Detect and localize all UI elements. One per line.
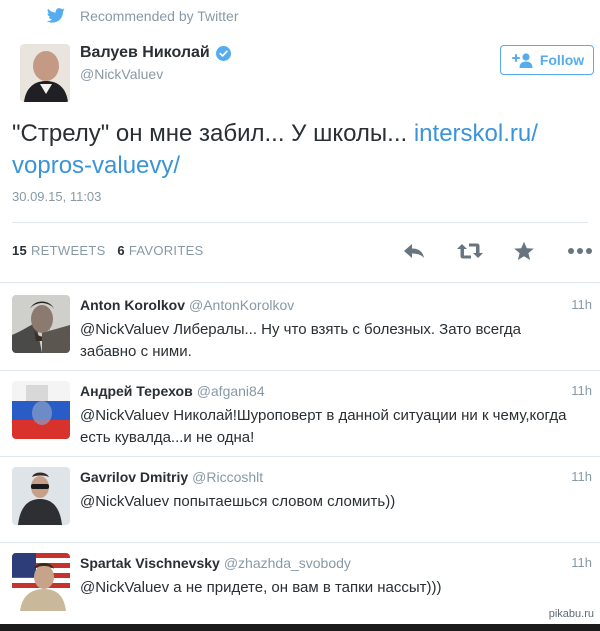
reply-time[interactable]: 11h — [571, 555, 592, 570]
twitter-bird-icon — [46, 8, 65, 23]
avatar[interactable] — [12, 381, 70, 439]
reply-item: Spartak Vischnevsky @zhazhda_svobody 11h … — [0, 543, 600, 629]
reply-text: @NickValuev Николай!Шуроповерт в данной … — [80, 407, 567, 446]
author-handle[interactable]: @NickValuev — [80, 66, 163, 82]
tweet-stats: 15 RETWEETS 6 FAVORITES — [12, 243, 204, 258]
add-person-icon — [511, 53, 533, 68]
bottom-bar — [0, 624, 600, 631]
reply-time[interactable]: 11h — [571, 469, 592, 484]
tweet-text: "Стрелу" он мне забил... У школы... inte… — [12, 118, 588, 182]
favorites-stat[interactable]: 6 FAVORITES — [117, 243, 203, 258]
reply-item: Gavrilov Dmitriy @Riccoshlt 11h @NickValu… — [0, 457, 600, 543]
follow-button[interactable]: Follow — [500, 45, 594, 75]
verified-badge-icon — [215, 45, 231, 61]
avatar[interactable] — [12, 553, 70, 611]
reply-author[interactable]: Gavrilov Dmitriy @Riccoshlt — [80, 469, 263, 485]
divider — [0, 282, 600, 283]
divider — [12, 222, 588, 223]
avatar[interactable] — [20, 44, 70, 102]
tweet-body: "Стрелу" он мне забил... У школы... — [12, 120, 408, 147]
follow-label: Follow — [539, 52, 585, 68]
reply-time[interactable]: 11h — [571, 383, 592, 398]
author-name[interactable]: Валуев Николай — [80, 44, 210, 62]
retweets-stat[interactable]: 15 RETWEETS — [12, 243, 106, 258]
reply-text: @NickValuev попытаешься словом сломить)) — [80, 493, 396, 510]
author-name-row[interactable]: Валуев Николай — [80, 44, 231, 62]
more-dots-icon — [568, 248, 592, 254]
reply-text: @NickValuev Либералы... Ну что взять с б… — [80, 321, 521, 360]
avatar[interactable] — [12, 295, 70, 353]
reply-time[interactable]: 11h — [571, 297, 592, 312]
recommended-banner: Recommended by Twitter — [46, 6, 238, 26]
recommended-label: Recommended by Twitter — [80, 8, 239, 24]
avatar[interactable] — [12, 467, 70, 525]
favorite-button[interactable] — [511, 240, 537, 262]
reply-item: Anton Korolkov @AntonKorolkov 11h @NickVa… — [0, 285, 600, 371]
reply-icon — [404, 244, 424, 258]
reply-author[interactable]: Андрей Терехов @afgani84 — [80, 383, 265, 399]
reply-text: @NickValuev а не придете, он вам в тапки… — [80, 579, 442, 596]
tweet-author: Валуев Николай @NickValuev — [20, 44, 580, 104]
reply-author[interactable]: Anton Korolkov @AntonKorolkov — [80, 297, 294, 313]
reply-button[interactable] — [400, 240, 428, 262]
retweet-icon — [457, 243, 483, 259]
retweet-button[interactable] — [455, 240, 485, 262]
tweet-timestamp[interactable]: 30.09.15, 11:03 — [12, 189, 101, 204]
more-button[interactable] — [566, 240, 594, 262]
reply-author[interactable]: Spartak Vischnevsky @zhazhda_svobody — [80, 555, 351, 571]
reply-item: Андрей Терехов @afgani84 11h @NickValuev … — [0, 371, 600, 457]
watermark: pikabu.ru — [548, 608, 594, 620]
star-icon — [514, 241, 534, 260]
